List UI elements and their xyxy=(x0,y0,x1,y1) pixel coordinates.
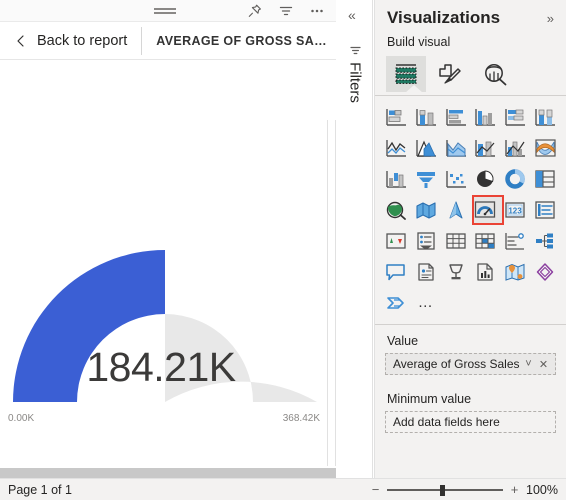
more-options-icon[interactable] xyxy=(308,2,326,20)
value-field-name: Average of Gross Sales xyxy=(393,357,520,371)
back-to-report-button[interactable]: Back to report xyxy=(37,33,127,49)
matrix-icon[interactable] xyxy=(471,227,501,254)
more-visuals-label: … xyxy=(417,293,434,311)
decomposition-tree-icon[interactable] xyxy=(530,227,560,254)
report-area: Back to report AVERAGE OF GROSS SAL... 1… xyxy=(0,0,336,478)
magnifier-chart-icon xyxy=(485,64,507,86)
pin-icon[interactable] xyxy=(246,2,264,20)
clustered-column-chart-icon[interactable] xyxy=(471,103,501,130)
scatter-chart-icon[interactable] xyxy=(441,165,471,192)
filled-map-icon[interactable] xyxy=(411,196,441,223)
drag-handle[interactable] xyxy=(154,8,176,14)
stacked-area-chart-icon[interactable] xyxy=(441,134,471,161)
gauge-value-label: 184.21K xyxy=(86,344,236,390)
command-bar: Back to report AVERAGE OF GROSS SAL... xyxy=(0,22,336,60)
paintbrush-icon xyxy=(439,64,461,84)
visualizations-pane-tabs xyxy=(375,52,566,96)
canvas-vertical-scrollbar[interactable] xyxy=(327,120,336,466)
tabs-divider xyxy=(375,95,566,96)
zoom-in-button[interactable]: + xyxy=(510,483,519,496)
visualizations-pane-title: Visualizations xyxy=(387,8,501,27)
grid-spacer xyxy=(471,289,501,316)
gauge-min-label: 0.00K xyxy=(8,413,35,424)
r-script-visual-icon[interactable] xyxy=(500,227,530,254)
python-visual-icon[interactable] xyxy=(381,289,411,316)
more-visuals-icon[interactable]: … xyxy=(411,289,441,316)
multi-row-card-icon[interactable] xyxy=(530,196,560,223)
funnel-chart-icon[interactable] xyxy=(411,165,441,192)
zoom-control: − + 100% xyxy=(371,483,558,497)
power-bi-window: Back to report AVERAGE OF GROSS SAL... 1… xyxy=(0,0,566,500)
zoom-out-button[interactable]: − xyxy=(371,483,380,496)
q-and-a-icon[interactable] xyxy=(381,258,411,285)
power-apps-icon[interactable] xyxy=(530,258,560,285)
stacked-bar-chart-icon[interactable] xyxy=(381,103,411,130)
visualizations-pane: Visualizations » Build visual 123 … Valu… xyxy=(374,0,566,478)
hundred-percent-stacked-bar-chart-icon[interactable] xyxy=(500,103,530,130)
grid-spacer xyxy=(500,289,530,316)
expand-filters-chevron-icon[interactable]: « xyxy=(348,8,356,22)
report-canvas[interactable]: 184.21K 0.00K 368.42K xyxy=(0,60,336,466)
command-bar-divider xyxy=(141,26,143,55)
chevron-down-icon[interactable]: ˅ xyxy=(521,358,536,370)
smart-narrative-icon[interactable] xyxy=(471,258,501,285)
tab-build-visual[interactable] xyxy=(386,56,426,93)
arcgis-maps-icon[interactable] xyxy=(500,258,530,285)
visualizations-pane-header: Visualizations » xyxy=(375,0,566,32)
build-visual-label: Build visual xyxy=(387,35,451,49)
page-indicator: Page 1 of 1 xyxy=(8,482,72,497)
filters-pane-label: Filters xyxy=(346,62,364,103)
pie-chart-icon[interactable] xyxy=(471,165,501,192)
donut-chart-icon[interactable] xyxy=(500,165,530,192)
grid-spacer xyxy=(441,289,471,316)
paginated-report-icon[interactable] xyxy=(411,258,441,285)
line-and-stacked-column-chart-icon[interactable] xyxy=(471,134,501,161)
zoom-percentage-label: 100% xyxy=(526,482,558,497)
well-spacer xyxy=(375,375,566,383)
expand-pane-chevron-icon[interactable]: » xyxy=(547,11,556,26)
card-icon[interactable]: 123 xyxy=(500,196,530,223)
titlebar-icon-group xyxy=(246,2,326,20)
gauge-chart-icon[interactable] xyxy=(471,195,504,225)
fields-table-icon xyxy=(395,64,417,84)
table-icon[interactable] xyxy=(441,227,471,254)
value-field-pill[interactable]: Average of Gross Sales ˅ ✕ xyxy=(385,353,556,375)
visual-title: AVERAGE OF GROSS SAL... xyxy=(156,33,332,48)
hundred-percent-stacked-column-chart-icon[interactable] xyxy=(530,103,560,130)
line-chart-icon[interactable] xyxy=(381,134,411,161)
filter-icon[interactable] xyxy=(277,2,295,20)
value-well-label: Value xyxy=(387,334,419,348)
visual-type-gallery: 123 … xyxy=(375,97,566,320)
key-influencers-icon[interactable] xyxy=(441,258,471,285)
kpi-icon[interactable] xyxy=(381,227,411,254)
waterfall-chart-icon[interactable] xyxy=(381,165,411,192)
canvas-horizontal-scrollbar[interactable] xyxy=(0,468,336,478)
svg-text:123: 123 xyxy=(509,206,523,215)
line-and-clustered-column-chart-icon[interactable] xyxy=(500,134,530,161)
status-bar: Page 1 of 1 − + 100% xyxy=(0,478,566,500)
selected-tab-caret xyxy=(405,85,423,93)
gauge-max-label: 368.42K xyxy=(282,413,320,424)
back-chevron-icon[interactable] xyxy=(13,33,29,49)
clustered-bar-chart-icon[interactable] xyxy=(441,103,471,130)
ribbon-chart-icon[interactable] xyxy=(530,134,560,161)
grid-spacer xyxy=(530,289,560,316)
stacked-column-chart-icon[interactable] xyxy=(411,103,441,130)
zoom-slider[interactable] xyxy=(387,484,503,496)
map-icon[interactable] xyxy=(381,196,411,223)
minimum-value-dropzone[interactable]: Add data fields here xyxy=(385,411,556,433)
zoom-slider-thumb[interactable] xyxy=(440,484,445,496)
filters-pane-collapsed[interactable]: « Filters xyxy=(337,0,373,478)
close-icon[interactable]: ✕ xyxy=(536,358,551,371)
gauge-visual[interactable]: 184.21K 0.00K 368.42K xyxy=(0,70,330,424)
slicer-icon[interactable] xyxy=(411,227,441,254)
tab-analytics[interactable] xyxy=(472,55,518,93)
window-titlebar xyxy=(0,0,336,22)
area-chart-icon[interactable] xyxy=(411,134,441,161)
minimum-value-well-label: Minimum value xyxy=(387,392,472,406)
shape-map-icon[interactable] xyxy=(441,196,471,223)
treemap-icon[interactable] xyxy=(530,165,560,192)
tab-format-visual[interactable] xyxy=(426,55,472,93)
